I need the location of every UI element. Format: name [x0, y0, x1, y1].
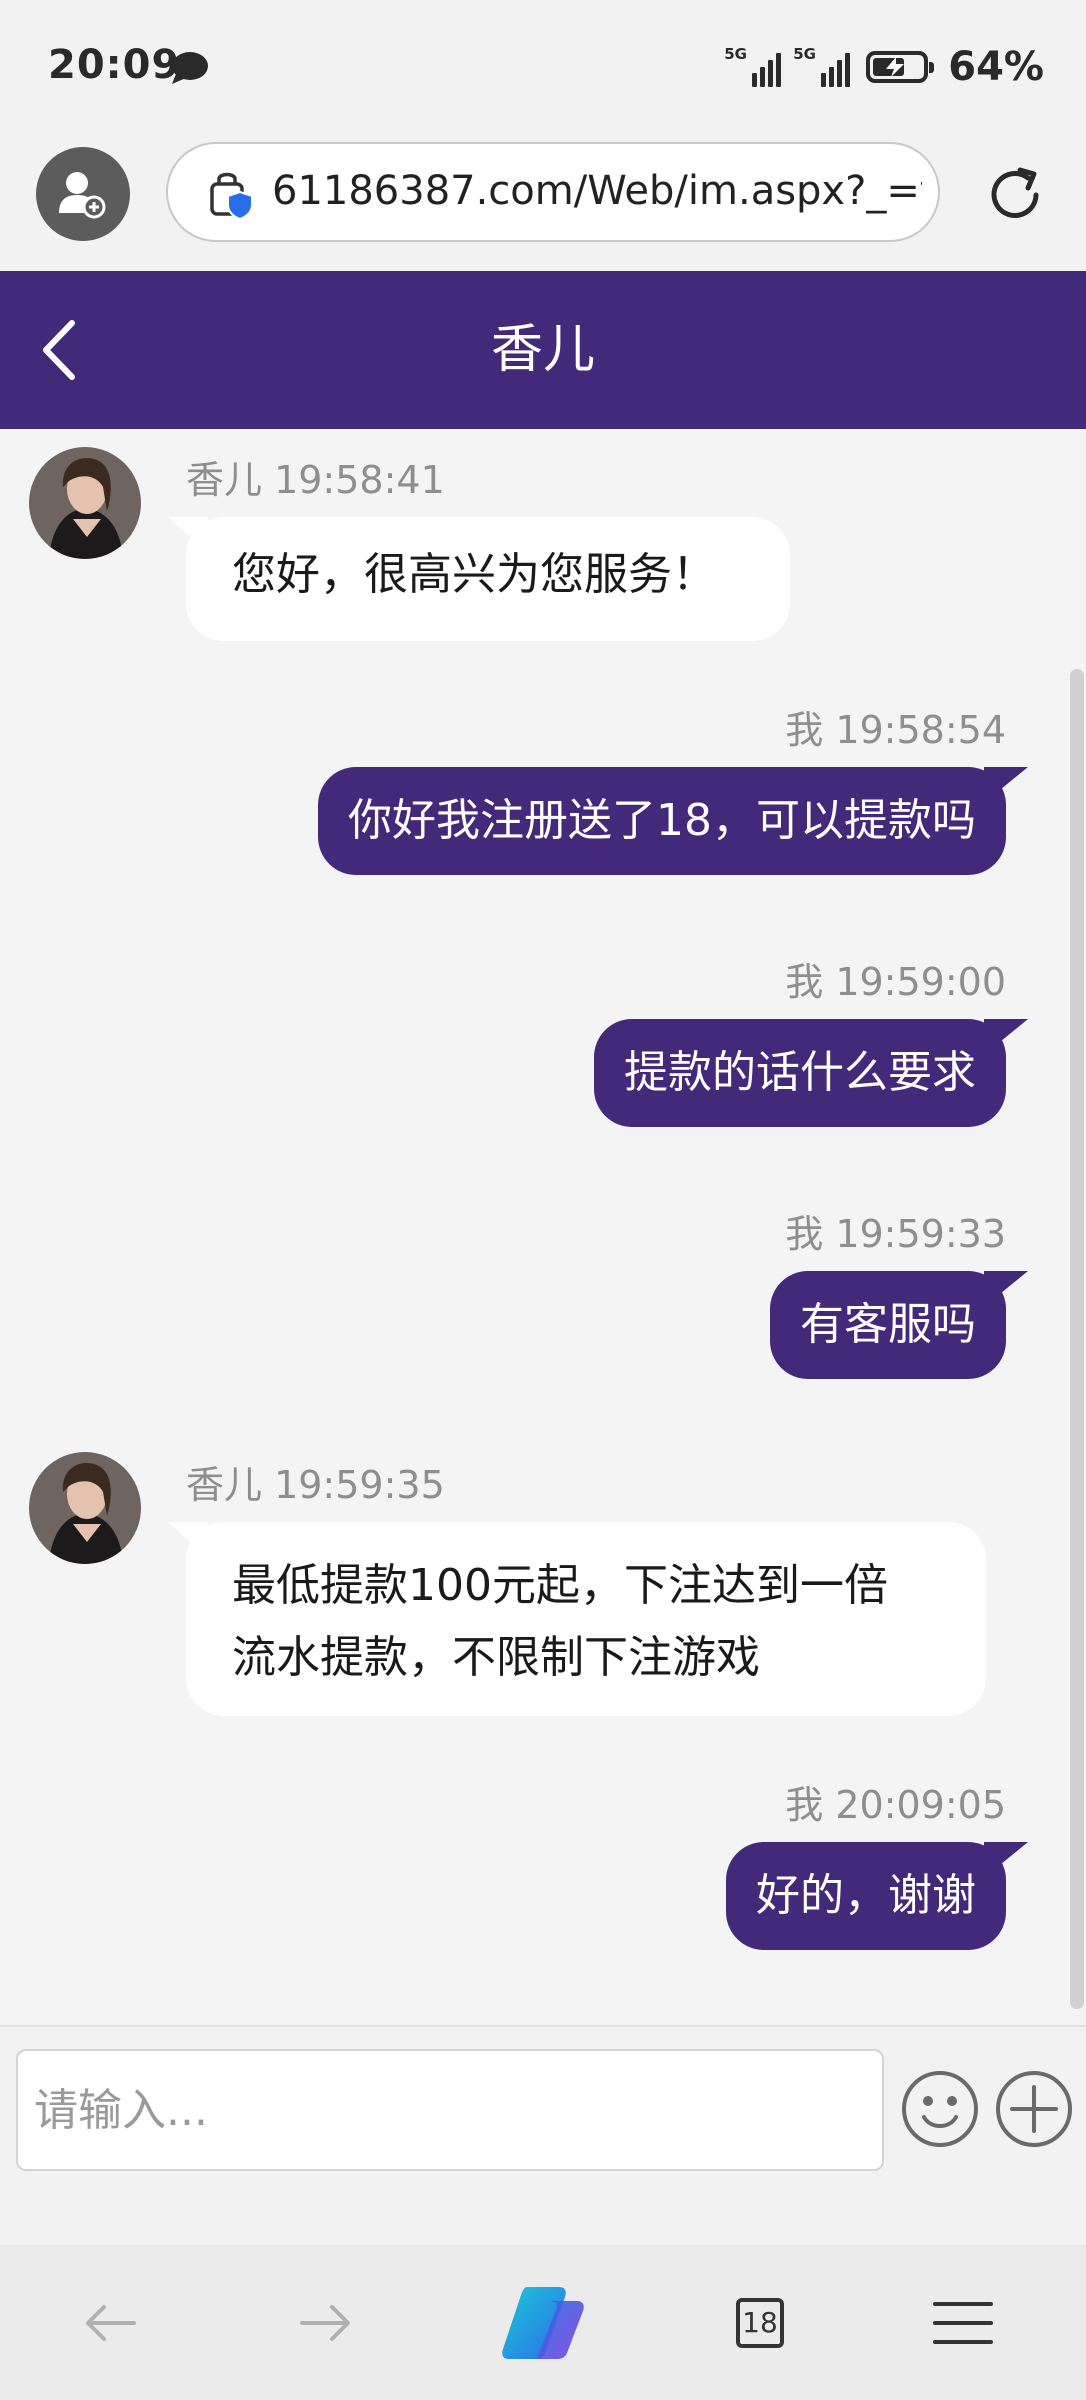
message-meta: 我 19:59:00: [785, 960, 1006, 1004]
message-bubble-outgoing: 你好我注册送了18，可以提款吗: [318, 767, 1006, 875]
signal-strength-icon-2: 5G: [793, 45, 851, 87]
browser-bottom-nav: 18: [0, 2245, 1086, 2400]
agent-avatar[interactable]: [29, 1452, 141, 1564]
message-notification-icon: [170, 50, 210, 86]
message-bubble-outgoing: 提款的话什么要求: [594, 1019, 1006, 1127]
tabs-button[interactable]: 18: [690, 2245, 830, 2400]
message-bubble-incoming: 最低提款100元起，下注达到一倍 流水提款，不限制下注游戏: [186, 1522, 986, 1716]
status-indicators: 5G 5G 64%: [724, 44, 1044, 90]
agent-avatar[interactable]: [29, 447, 141, 559]
network-type-label: 5G: [724, 45, 747, 63]
chat-header: 香儿: [0, 271, 1086, 429]
message-meta: 香儿 19:59:35: [186, 1463, 445, 1507]
message-input[interactable]: [16, 2049, 884, 2171]
message-meta: 我 19:58:54: [785, 708, 1006, 752]
battery-percent: 64%: [948, 44, 1044, 90]
forward-button[interactable]: [256, 2245, 396, 2400]
browser-address-bar: 61186387.com/Web/im.aspx?_=t: [0, 130, 1086, 270]
back-icon[interactable]: [36, 315, 86, 389]
chat-title: 香儿: [490, 320, 595, 380]
message-line: 最低提款100元起，下注达到一倍: [232, 1560, 888, 1611]
menu-button[interactable]: [893, 2245, 1033, 2400]
copilot-button[interactable]: [473, 2245, 613, 2400]
url-field[interactable]: 61186387.com/Web/im.aspx?_=t: [166, 142, 940, 242]
status-bar: 20:09 5G 5G 64%: [0, 0, 1086, 130]
battery-icon: [866, 51, 935, 83]
add-attachment-icon[interactable]: [994, 2069, 1074, 2153]
forward-arrow-icon: [300, 2304, 350, 2341]
back-arrow-icon: [86, 2304, 136, 2341]
back-button[interactable]: [40, 2245, 180, 2400]
message-bubble-outgoing: 有客服吗: [770, 1271, 1006, 1379]
message-bubble-incoming: 您好，很高兴为您服务！: [186, 517, 790, 641]
message-meta: 我 20:09:05: [785, 1783, 1006, 1827]
charging-bolt-icon: [886, 57, 905, 77]
copilot-icon: [502, 2286, 584, 2359]
compose-area: [0, 2025, 1086, 2245]
signal-strength-icon: 5G: [724, 45, 782, 87]
message-meta: 香儿 19:58:41: [186, 458, 445, 502]
emoji-icon[interactable]: [900, 2069, 980, 2153]
site-security-icon[interactable]: [206, 170, 256, 224]
message-line: 流水提款，不限制下注游戏: [232, 1632, 760, 1683]
message-bubble-outgoing: 好的，谢谢: [726, 1842, 1006, 1950]
tab-count: 18: [736, 2297, 784, 2348]
network-type-label-2: 5G: [793, 45, 816, 63]
message-meta: 我 19:59:33: [785, 1212, 1006, 1256]
profile-button[interactable]: [36, 147, 130, 241]
scrollbar[interactable]: [1070, 669, 1084, 2009]
menu-icon: [933, 2301, 993, 2344]
message-list[interactable]: 香儿 19:58:41 您好，很高兴为您服务！ 我 19:58:54 你好我注册…: [0, 429, 1086, 2025]
reload-icon[interactable]: [984, 164, 1046, 230]
url-text: 61186387.com/Web/im.aspx?_=t: [272, 168, 922, 214]
status-time: 20:09: [48, 42, 181, 88]
add-profile-icon: [59, 172, 106, 219]
